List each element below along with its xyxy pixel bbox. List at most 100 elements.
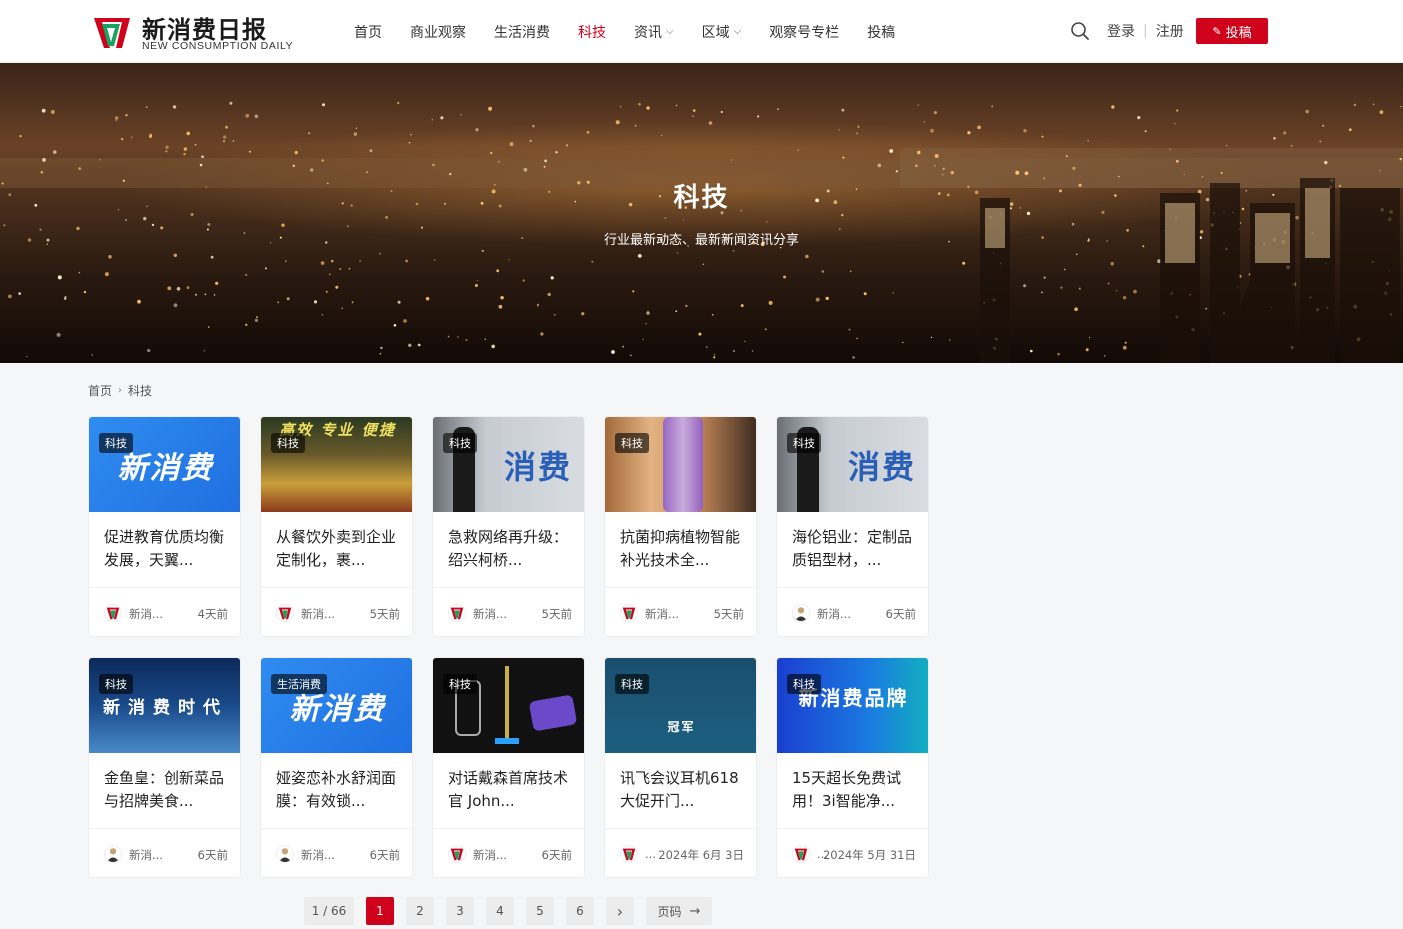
nav-item-label: 区域 <box>701 24 730 41</box>
nav-item-label: 生活消费 <box>494 24 550 41</box>
nav-item-5[interactable]: 区域 ⌵ <box>702 22 742 42</box>
login-link[interactable]: 登录 <box>1107 21 1135 41</box>
article-title[interactable]: 对话戴森首席技术官 John... <box>448 767 572 813</box>
author-avatar[interactable] <box>448 845 466 863</box>
category-tag[interactable]: 生活消费 <box>271 674 327 694</box>
submit-article-label: 投稿 <box>1225 25 1252 41</box>
article-card[interactable]: 新消费 科技 促进教育优质均衡发展，天翼... 新消... 4天前 <box>88 416 241 637</box>
article-card[interactable]: 新消费品牌 科技 15天超长免费试用！3i智能净... ... 2024年 5月… <box>776 657 929 878</box>
author-avatar[interactable] <box>792 845 810 863</box>
category-tag[interactable]: 科技 <box>443 433 477 453</box>
article-thumbnail[interactable]: 新消费时代 科技 <box>89 658 240 753</box>
article-title[interactable]: 抗菌抑病植物智能补光技术全... <box>620 526 744 572</box>
article-card[interactable]: 消费 科技 急救网络再升级：绍兴柯桥... 新消... 5天前 <box>432 416 585 637</box>
article-card[interactable]: 新消费时代 科技 金鱼皇：创新菜品与招牌美食... 新消... 6天前 <box>88 657 241 878</box>
author-logo-icon <box>622 607 636 620</box>
article-meta: 新消... 6天前 <box>777 587 928 636</box>
page-jump-control[interactable]: 页码 → <box>646 897 712 925</box>
author-name[interactable]: ... <box>645 847 656 861</box>
author-person-icon <box>278 848 292 862</box>
article-thumbnail[interactable]: 高效 专业 便捷 科技 <box>261 417 412 512</box>
category-tag[interactable]: 科技 <box>615 433 649 453</box>
author-avatar[interactable] <box>792 604 810 622</box>
nav-item-7[interactable]: 投稿 <box>867 22 895 42</box>
author-name[interactable]: 新消... <box>129 847 163 863</box>
nav-item-2[interactable]: 生活消费 <box>494 22 550 42</box>
thumbnail-caption: 新消费时代 <box>103 698 228 718</box>
register-link[interactable]: 注册 <box>1156 21 1184 41</box>
article-thumbnail[interactable]: 科技 <box>605 417 756 512</box>
category-tag[interactable]: 科技 <box>99 674 133 694</box>
page-button-5[interactable]: 5 <box>526 897 554 925</box>
article-card[interactable]: 科技 抗菌抑病植物智能补光技术全... 新消... 5天前 <box>604 416 757 637</box>
thumbnail-caption <box>605 417 756 512</box>
article-thumbnail[interactable]: 冠军 科技 <box>605 658 756 753</box>
author-logo-icon <box>622 848 636 861</box>
category-tag[interactable]: 科技 <box>99 433 133 453</box>
article-card[interactable]: 消费 科技 海伦铝业：定制品质铝型材，... 新消... 6天前 <box>776 416 929 637</box>
author-name[interactable]: 新消... <box>301 606 335 622</box>
nav-item-1[interactable]: 商业观察 <box>410 22 466 42</box>
category-tag[interactable]: 科技 <box>443 674 477 694</box>
page-button-1[interactable]: 1 <box>366 897 394 925</box>
article-title[interactable]: 海伦铝业：定制品质铝型材，... <box>792 526 916 572</box>
author-avatar[interactable] <box>104 604 122 622</box>
page-button-2[interactable]: 2 <box>406 897 434 925</box>
article-card[interactable]: 高效 专业 便捷 科技 从餐饮外卖到企业定制化，裹... 新消... 5天前 <box>260 416 413 637</box>
arrow-right-icon: → <box>689 903 701 919</box>
article-card[interactable]: 冠军 科技 讯飞会议耳机618大促开门... ... 2024年 6月 3日 <box>604 657 757 878</box>
logo-english-text: NEW CONSUMPTION DAILY <box>142 40 294 52</box>
next-page-button[interactable]: › <box>606 897 634 925</box>
article-meta: 新消... 4天前 <box>89 587 240 636</box>
article-title[interactable]: 15天超长免费试用！3i智能净... <box>792 767 916 813</box>
thumbnail-caption <box>433 658 584 753</box>
category-tag[interactable]: 科技 <box>787 433 821 453</box>
author-name[interactable]: 新消... <box>473 606 507 622</box>
author-avatar[interactable] <box>620 845 638 863</box>
article-thumbnail[interactable]: 新消费 生活消费 <box>261 658 412 753</box>
nav-item-label: 资讯 <box>634 24 662 41</box>
author-avatar[interactable] <box>448 604 466 622</box>
author-name[interactable]: 新消... <box>301 847 335 863</box>
article-title[interactable]: 金鱼皇：创新菜品与招牌美食... <box>104 767 228 813</box>
article-thumbnail[interactable]: 消费 科技 <box>433 417 584 512</box>
nav-item-3[interactable]: 科技 <box>578 22 606 42</box>
search-icon[interactable] <box>1069 20 1091 42</box>
article-thumbnail[interactable]: 新消费品牌 科技 <box>777 658 928 753</box>
author-avatar[interactable] <box>620 604 638 622</box>
article-meta: ... 2024年 5月 31日 <box>777 828 928 877</box>
page-button-3[interactable]: 3 <box>446 897 474 925</box>
author-avatar[interactable] <box>276 604 294 622</box>
article-title[interactable]: 从餐饮外卖到企业定制化，裹... <box>276 526 400 572</box>
category-tag[interactable]: 科技 <box>615 674 649 694</box>
article-title[interactable]: 急救网络再升级：绍兴柯桥... <box>448 526 572 572</box>
nav-item-0[interactable]: 首页 <box>354 22 382 42</box>
publish-time: 6天前 <box>369 848 400 862</box>
page-button-6[interactable]: 6 <box>566 897 594 925</box>
site-logo[interactable]: 新消费日报 NEW CONSUMPTION DAILY <box>90 10 305 54</box>
category-tag[interactable]: 科技 <box>787 674 821 694</box>
article-thumbnail[interactable]: 消费 科技 <box>777 417 928 512</box>
author-avatar[interactable] <box>104 845 122 863</box>
nav-item-6[interactable]: 观察号专栏 <box>769 22 839 42</box>
author-name[interactable]: 新消... <box>129 606 163 622</box>
author-avatar[interactable] <box>276 845 294 863</box>
page-button-4[interactable]: 4 <box>486 897 514 925</box>
breadcrumb-home[interactable]: 首页 <box>88 382 112 399</box>
article-thumbnail[interactable]: 新消费 科技 <box>89 417 240 512</box>
article-title[interactable]: 促进教育优质均衡发展，天翼... <box>104 526 228 572</box>
category-tag[interactable]: 科技 <box>271 433 305 453</box>
article-title[interactable]: 娅姿恋补水舒润面膜：有效锁... <box>276 767 400 813</box>
auth-divider: | <box>1143 23 1148 39</box>
article-meta: 新消... 6天前 <box>433 828 584 877</box>
author-name[interactable]: 新消... <box>817 606 851 622</box>
article-title[interactable]: 讯飞会议耳机618大促开门... <box>620 767 744 813</box>
thumbnail-caption: 冠军 <box>667 720 696 734</box>
article-card[interactable]: 新消费 生活消费 娅姿恋补水舒润面膜：有效锁... 新消... 6天前 <box>260 657 413 878</box>
article-thumbnail[interactable]: 科技 <box>433 658 584 753</box>
author-name[interactable]: 新消... <box>645 606 679 622</box>
nav-item-4[interactable]: 资讯 ⌵ <box>634 22 674 42</box>
article-card[interactable]: 科技 对话戴森首席技术官 John... 新消... 6天前 <box>432 657 585 878</box>
author-name[interactable]: 新消... <box>473 847 507 863</box>
submit-article-button[interactable]: ✎ 投稿 <box>1196 18 1268 44</box>
